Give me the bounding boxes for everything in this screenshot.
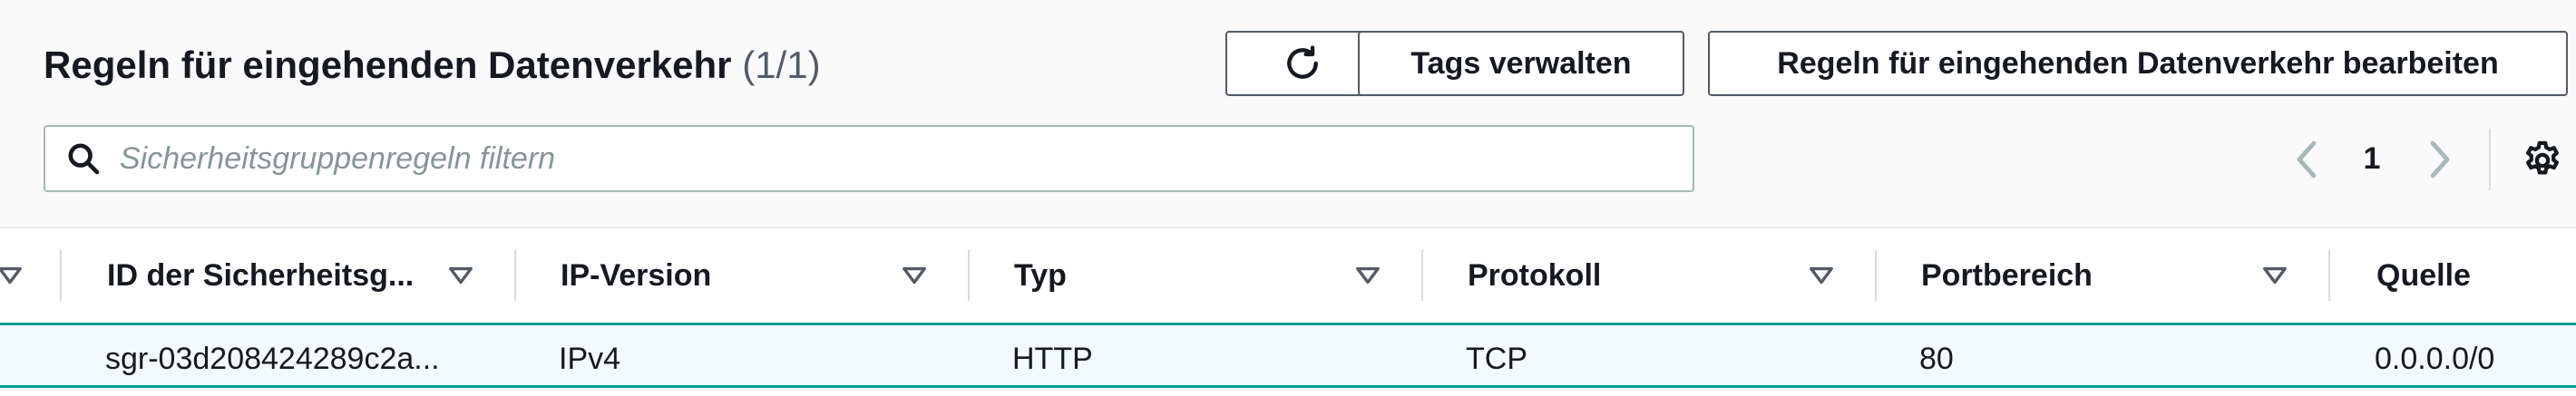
cell-source: 0.0.0.0/0 xyxy=(2375,342,2495,376)
column-divider xyxy=(1421,250,1423,301)
cell-protocol: TCP xyxy=(1466,342,1527,376)
search-field[interactable] xyxy=(44,125,1694,192)
sort-icon[interactable] xyxy=(447,262,474,289)
cell-type: HTTP xyxy=(1012,342,1093,376)
sort-icon[interactable] xyxy=(1808,262,1835,289)
manage-tags-button[interactable]: Tags verwalten xyxy=(1358,31,1684,96)
cell-ip-version: IPv4 xyxy=(559,342,621,376)
column-divider xyxy=(2328,250,2330,301)
gear-icon xyxy=(2522,140,2563,181)
cell-security-group-rule-id[interactable]: sgr-03d208424289c2a... xyxy=(105,341,440,377)
previous-page-button[interactable] xyxy=(2279,132,2334,187)
column-divider xyxy=(1875,250,1877,301)
sort-icon[interactable] xyxy=(1354,262,1381,289)
next-page-button[interactable] xyxy=(2413,132,2467,187)
cell-port-range: 80 xyxy=(1919,342,1954,376)
search-input[interactable] xyxy=(118,130,1664,187)
column-header-type[interactable]: Typ xyxy=(1014,241,1067,310)
sort-icon[interactable] xyxy=(2261,262,2288,289)
table-settings-button[interactable] xyxy=(2514,132,2571,188)
chevron-left-icon xyxy=(2294,140,2319,179)
sort-icon[interactable] xyxy=(0,262,24,289)
page-title: Regeln für eingehenden Datenverkehr (1/1… xyxy=(44,40,821,91)
title-count: (1/1) xyxy=(742,43,821,86)
page-number[interactable]: 1 xyxy=(2354,136,2390,181)
column-divider xyxy=(968,250,970,301)
column-divider xyxy=(514,250,516,301)
column-header-port-range[interactable]: Portbereich xyxy=(1921,241,2093,310)
column-header-security-group-rule-id[interactable]: ID der Sicherheitsg... xyxy=(107,241,414,310)
search-icon xyxy=(45,140,102,177)
chevron-right-icon xyxy=(2427,140,2453,179)
title-text: Regeln für eingehenden Datenverkehr xyxy=(44,43,732,86)
refresh-icon xyxy=(1283,43,1322,83)
sort-icon[interactable] xyxy=(901,262,928,289)
column-header-source[interactable]: Quelle xyxy=(2376,241,2471,310)
column-divider xyxy=(60,250,62,301)
edit-inbound-rules-button[interactable]: Regeln für eingehenden Datenverkehr bear… xyxy=(1708,31,2568,96)
pager-divider xyxy=(2489,129,2491,190)
column-header-ip-version[interactable]: IP-Version xyxy=(561,241,711,310)
refresh-button[interactable] xyxy=(1225,31,1380,96)
column-header-protocol[interactable]: Protokoll xyxy=(1468,241,1601,310)
